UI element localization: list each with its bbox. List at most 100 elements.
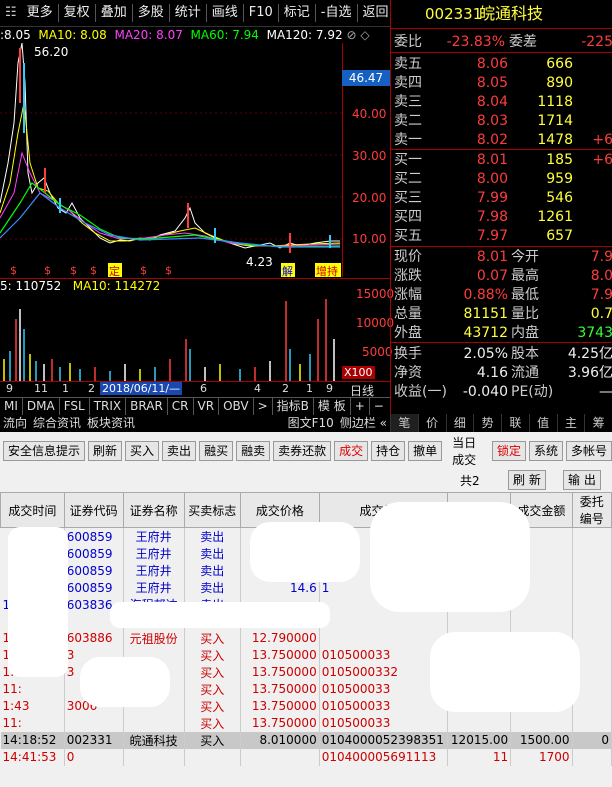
toolbar-fanhui[interactable]: 返回	[358, 4, 394, 22]
toolbar-tongji[interactable]: 统计	[170, 4, 207, 22]
marker-ding[interactable]: 定	[109, 264, 120, 278]
sub-button-bar: 共2 刷 新 输 出	[0, 470, 612, 490]
stat-label: 量比	[511, 306, 539, 322]
tab-fsl[interactable]: FSL	[60, 398, 90, 415]
lock-button[interactable]: 锁定	[491, 441, 526, 461]
toolbar-biaoji[interactable]: 标记	[279, 4, 316, 22]
volume-chart[interactable]: 5: 110752 MA10: 114272	[0, 278, 342, 381]
margin-buy-button[interactable]: 融买	[199, 441, 234, 461]
tab-obv[interactable]: OBV	[219, 398, 254, 415]
tab-indicator-b[interactable]: 指标B	[273, 398, 314, 415]
marker-dollar[interactable]: $	[44, 264, 51, 277]
weicha-value: -225	[581, 34, 612, 50]
tab-lian[interactable]: 联	[501, 414, 529, 432]
cell-time: 11:	[0, 680, 65, 698]
toolbar-f10[interactable]: F10	[244, 4, 279, 22]
marker-dollar[interactable]: $	[165, 264, 172, 277]
cancel-order-button[interactable]: 撤单	[408, 441, 443, 461]
tab-mi[interactable]: MI	[0, 398, 23, 415]
tab-bi[interactable]: 笔	[390, 414, 418, 432]
marker-dollar[interactable]: $	[10, 264, 17, 277]
stat-row: 收益(一) -0.040 PE(动) —	[391, 383, 612, 402]
tab-jia[interactable]: 价	[417, 414, 446, 432]
bid-label: 买二	[394, 171, 422, 187]
volume-axis: 15000 10000 5000 X100	[342, 278, 394, 381]
tab-zhi[interactable]: 值	[528, 414, 557, 432]
toolbar-diejia[interactable]: 叠加	[96, 4, 133, 22]
col-time[interactable]: 成交时间	[0, 492, 65, 528]
toolbar-huaxian[interactable]: 画线	[207, 4, 244, 22]
margin-sell-button[interactable]: 融卖	[236, 441, 271, 461]
col-order-no[interactable]: 委托编号	[571, 492, 612, 528]
tab-sidebar[interactable]: 侧边栏 «	[337, 415, 390, 432]
bid-price: 7.99	[476, 190, 508, 206]
bid-row: 买二 8.00 959	[391, 170, 612, 189]
cell-order-no	[572, 613, 612, 630]
tab-bankuai[interactable]: 板块资讯	[84, 415, 138, 432]
positions-button[interactable]: 持仓	[371, 441, 406, 461]
col-direction[interactable]: 买卖标志	[183, 492, 241, 528]
marker-dollar[interactable]: $	[140, 264, 147, 277]
menu-icon[interactable]: ☷	[0, 4, 22, 22]
table-row[interactable]: 14:18:52 002331 皖通科技 买入 8.010000 010400005239…	[0, 731, 612, 749]
tab-zonghe[interactable]: 综合资讯	[30, 415, 84, 432]
cell-name: 皖通科技	[123, 731, 185, 749]
table-row[interactable]: 14:41:53 0 010400005691113 11 1700	[0, 748, 612, 766]
stat-label: 收益(一)	[394, 384, 447, 400]
kline-chart[interactable]: 56.20 4.23 $ $ $ $ $ $ 定 解 增持	[0, 42, 343, 278]
marker-jie[interactable]: 解	[282, 264, 293, 278]
multi-account-button[interactable]: 多帐号	[565, 441, 612, 461]
axis-tick: 10.00	[352, 232, 387, 246]
toolbar-duogu[interactable]: 多股	[133, 4, 170, 22]
tab-plus[interactable]: +	[351, 398, 370, 415]
bid-label: 买五	[394, 228, 422, 244]
tab-dma[interactable]: DMA	[23, 398, 60, 415]
export-button[interactable]: 输 出	[563, 470, 601, 490]
ma120-value: MA120: 7.92	[266, 28, 343, 42]
tab-xi[interactable]: 细	[445, 414, 474, 432]
stat-label: 现价	[394, 249, 422, 265]
cell-direction: 买入	[184, 646, 241, 664]
stat-row: 总量 81151 量比 0.7	[391, 305, 612, 324]
marker-zengchi[interactable]: 增持	[316, 264, 338, 278]
ask-price: 8.04	[476, 94, 508, 110]
bid-volume: 185	[546, 152, 573, 168]
tab-shi[interactable]: 势	[473, 414, 501, 432]
toolbar-zixuan[interactable]: -自选	[316, 4, 358, 22]
settings-icon[interactable]: ⊘	[346, 28, 356, 42]
stat-value: 7.9	[590, 287, 612, 303]
tab-next[interactable]: >	[254, 398, 273, 415]
tab-vr[interactable]: VR	[194, 398, 220, 415]
collapse-icon[interactable]: ◇	[360, 28, 369, 42]
col-code[interactable]: 证券代码	[63, 492, 124, 528]
quote-panel: 002331 皖通科技 委比 -23.83% 委差 -225 卖五 8.06 666…	[390, 0, 612, 414]
bid-label: 买四	[394, 209, 422, 225]
tab-cr[interactable]: CR	[168, 398, 194, 415]
marker-dollar[interactable]: $	[90, 264, 97, 277]
tab-template[interactable]: 模 板	[314, 398, 351, 415]
marker-dollar[interactable]: $	[70, 264, 77, 277]
security-info-button[interactable]: 安全信息提示	[3, 441, 86, 461]
tab-zhu[interactable]: 主	[556, 414, 585, 432]
refresh-list-button[interactable]: 刷 新	[508, 470, 546, 490]
toolbar-more[interactable]: 更多	[22, 4, 59, 22]
sell-repay-button[interactable]: 卖券还款	[273, 441, 332, 461]
refresh-button[interactable]: 刷新	[88, 441, 123, 461]
system-button[interactable]: 系统	[528, 441, 563, 461]
table-row[interactable]: 11: 买入 13.750000 010500033	[0, 714, 612, 732]
sell-button[interactable]: 卖出	[162, 441, 197, 461]
tab-trix[interactable]: TRIX	[90, 398, 127, 415]
kline-svg: 56.20 4.23 $ $ $ $ $ $ 定 解 增持	[0, 42, 342, 278]
tab-chou[interactable]: 筹	[584, 414, 612, 432]
tab-liuxiang[interactable]: 流向	[0, 415, 30, 432]
tab-f10[interactable]: 图文F10	[285, 415, 337, 432]
deals-button[interactable]: 成交	[334, 441, 369, 461]
axis-tick: 30.00	[352, 149, 387, 163]
cell-order-no	[572, 579, 612, 596]
toolbar-fuquan[interactable]: 复权	[59, 4, 96, 22]
buy-button[interactable]: 买入	[125, 441, 160, 461]
cell-name: 王府井	[123, 545, 185, 562]
tab-minus[interactable]: −	[370, 398, 388, 415]
col-name[interactable]: 证券名称	[122, 492, 185, 528]
tab-brar[interactable]: BRAR	[126, 398, 168, 415]
